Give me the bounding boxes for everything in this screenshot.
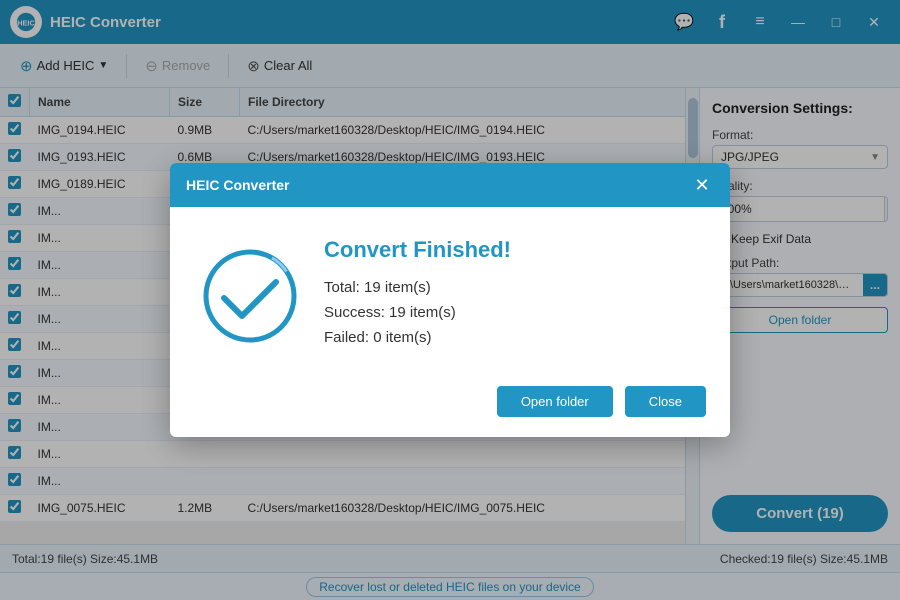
modal-body: Convert Finished! Total: 19 item(s) Succ… [170, 207, 730, 374]
modal-close-button[interactable]: ✕ [690, 173, 714, 197]
modal-overlay: HEIC Converter ✕ Convert Finished! Total… [0, 0, 900, 600]
modal-header: HEIC Converter ✕ [170, 163, 730, 207]
convert-finished-modal: HEIC Converter ✕ Convert Finished! Total… [170, 163, 730, 437]
modal-content: Convert Finished! Total: 19 item(s) Succ… [324, 237, 700, 354]
modal-finished-title: Convert Finished! [324, 237, 700, 263]
modal-total: Total: 19 item(s) [324, 279, 700, 296]
modal-close-btn[interactable]: Close [625, 386, 706, 417]
modal-failed: Failed: 0 item(s) [324, 329, 700, 346]
modal-success: Success: 19 item(s) [324, 304, 700, 321]
modal-success-icon [200, 246, 300, 346]
modal-title: HEIC Converter [186, 177, 289, 193]
modal-open-folder-button[interactable]: Open folder [497, 386, 613, 417]
modal-footer: Open folder Close [170, 374, 730, 437]
